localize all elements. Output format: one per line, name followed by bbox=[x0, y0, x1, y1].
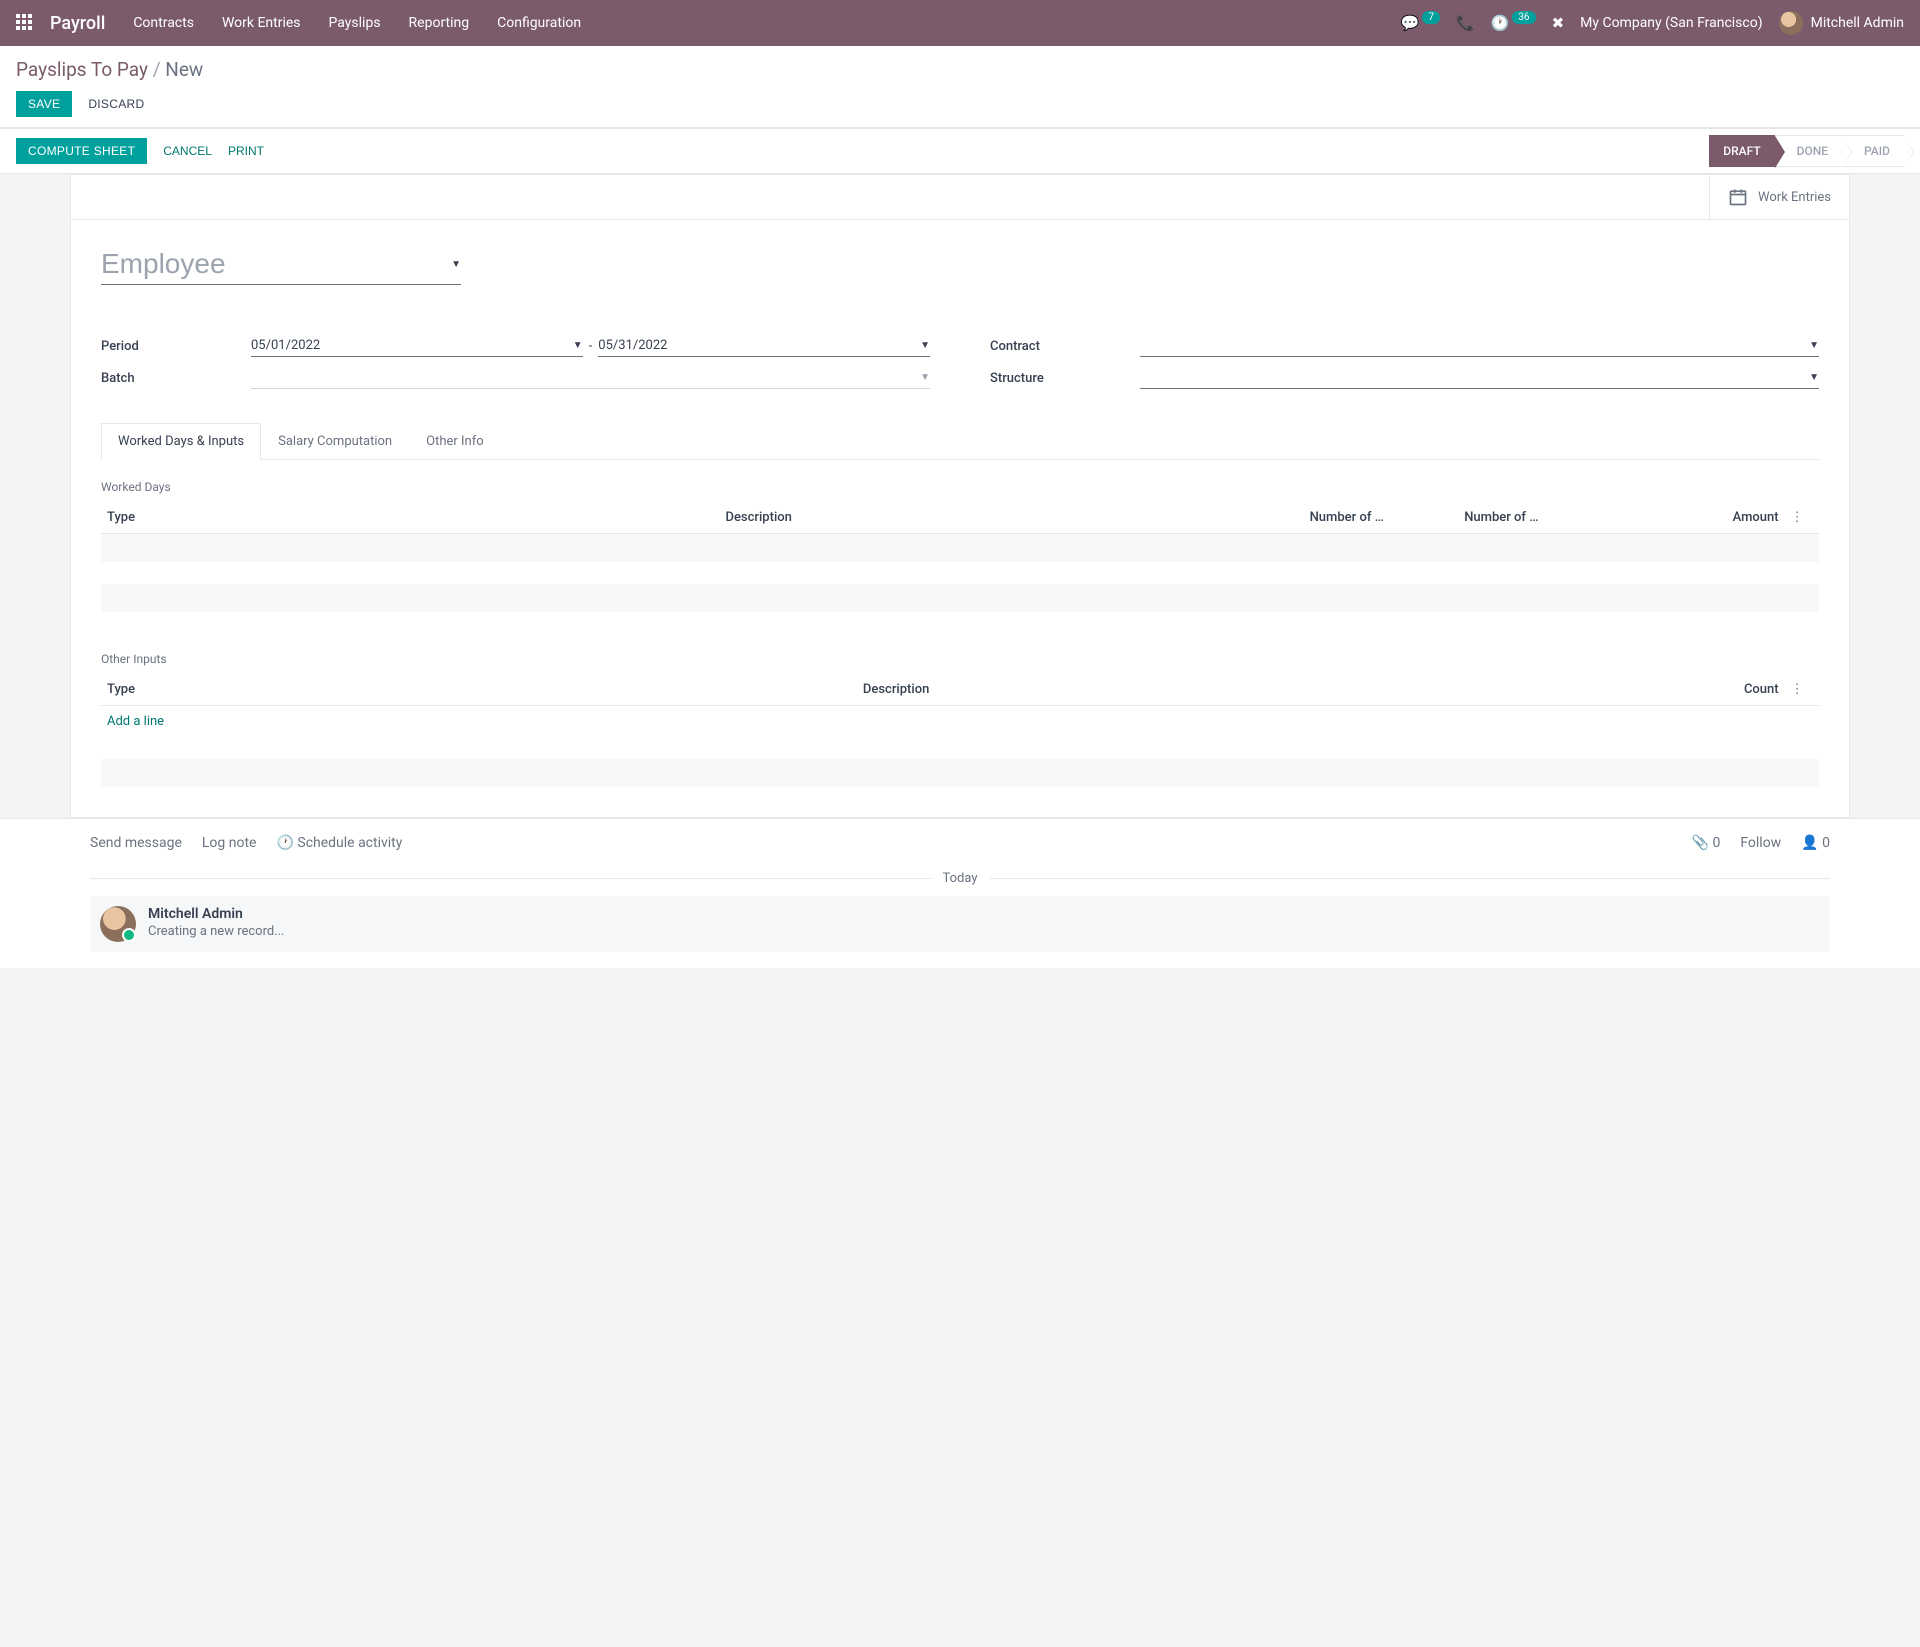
other-inputs-title: Other Inputs bbox=[101, 652, 1819, 666]
status-draft[interactable]: DRAFT bbox=[1709, 135, 1774, 167]
add-line-button[interactable]: Add a line bbox=[107, 714, 164, 729]
chatter-date-label: Today bbox=[931, 871, 990, 886]
tab-other-info[interactable]: Other Info bbox=[409, 423, 501, 459]
attachment-count[interactable]: 📎 0 bbox=[1692, 835, 1721, 851]
message-text: Creating a new record... bbox=[148, 924, 285, 939]
chevron-down-icon: ▼ bbox=[451, 259, 461, 270]
user-menu[interactable]: Mitchell Admin bbox=[1779, 11, 1904, 35]
kebab-icon[interactable]: ⋮ bbox=[1785, 502, 1819, 534]
control-bar: Payslips To Pay / New SAVE DISCARD bbox=[0, 46, 1920, 128]
worked-days-title: Worked Days bbox=[101, 480, 1819, 494]
table-row bbox=[101, 534, 1819, 562]
status-arrows: DRAFT DONE PAID bbox=[1709, 135, 1904, 167]
period-to-field[interactable]: 05/31/2022▼ bbox=[598, 335, 930, 357]
breadcrumb-sep: / bbox=[153, 58, 166, 81]
contract-field[interactable]: ▼ bbox=[1140, 335, 1819, 357]
chatter-message: Mitchell Admin Creating a new record... bbox=[90, 896, 1830, 952]
chatter-date-sep: Today bbox=[90, 871, 1830, 886]
activity-icon[interactable]: 🕐36 bbox=[1491, 14, 1536, 32]
follow-button[interactable]: Follow bbox=[1740, 835, 1781, 851]
navbar: Payroll Contracts Work Entries Payslips … bbox=[0, 0, 1920, 46]
structure-label: Structure bbox=[990, 371, 1140, 386]
batch-field: ▼ bbox=[251, 367, 930, 389]
breadcrumb-parent[interactable]: Payslips To Pay bbox=[16, 58, 148, 81]
schedule-activity-button[interactable]: 🕐 Schedule activity bbox=[276, 835, 402, 851]
discard-button[interactable]: DISCARD bbox=[76, 91, 156, 117]
col-type[interactable]: Type bbox=[101, 674, 857, 706]
apps-icon[interactable] bbox=[16, 14, 34, 32]
nav-configuration[interactable]: Configuration bbox=[497, 15, 581, 31]
send-message-button[interactable]: Send message bbox=[90, 835, 182, 851]
table-footer bbox=[101, 584, 1819, 612]
chevron-down-icon: ▼ bbox=[1809, 340, 1819, 351]
col-amount[interactable]: Amount bbox=[1613, 502, 1785, 534]
main-wrap: Work Entries ▼ Period 05/01/2022▼ - 05/3… bbox=[0, 174, 1920, 818]
phone-icon[interactable]: 📞 bbox=[1456, 14, 1475, 32]
tab-salary-computation[interactable]: Salary Computation bbox=[261, 423, 409, 459]
tab-pane-worked-days: Worked Days Type Description Number of …… bbox=[101, 460, 1819, 787]
col-desc[interactable]: Description bbox=[719, 502, 1303, 534]
user-avatar-icon bbox=[1779, 11, 1803, 35]
form-card: Work Entries ▼ Period 05/01/2022▼ - 05/3… bbox=[70, 174, 1850, 818]
col-type[interactable]: Type bbox=[101, 502, 719, 534]
calendar-icon bbox=[1728, 187, 1748, 207]
button-bar: SAVE DISCARD bbox=[16, 91, 1904, 117]
work-entries-label: Work Entries bbox=[1758, 190, 1831, 205]
nav-reporting[interactable]: Reporting bbox=[409, 15, 470, 31]
status-done[interactable]: DONE bbox=[1775, 135, 1842, 167]
tabs: Worked Days & Inputs Salary Computation … bbox=[101, 423, 1819, 460]
batch-label: Batch bbox=[101, 371, 251, 386]
period-sep: - bbox=[589, 339, 593, 354]
period-from-field[interactable]: 05/01/2022▼ bbox=[251, 335, 583, 357]
chatter: Send message Log note 🕐 Schedule activit… bbox=[0, 818, 1920, 968]
chat-badge: 7 bbox=[1422, 11, 1440, 24]
col-desc[interactable]: Description bbox=[857, 674, 1613, 706]
employee-input[interactable] bbox=[101, 248, 451, 280]
other-inputs-table: Type Description Count ⋮ Add a line bbox=[101, 674, 1819, 787]
tools-icon[interactable]: ✖ bbox=[1552, 14, 1565, 32]
log-note-button[interactable]: Log note bbox=[202, 835, 257, 851]
user-name: Mitchell Admin bbox=[1811, 15, 1904, 31]
chevron-down-icon: ▼ bbox=[920, 340, 930, 351]
save-button[interactable]: SAVE bbox=[16, 91, 72, 117]
col-days[interactable]: Number of … bbox=[1304, 502, 1459, 534]
chat-icon[interactable]: 💬7 bbox=[1401, 14, 1440, 32]
nav-work-entries[interactable]: Work Entries bbox=[222, 15, 301, 31]
structure-field[interactable]: ▼ bbox=[1140, 367, 1819, 389]
activity-badge: 36 bbox=[1512, 11, 1535, 24]
message-avatar-icon bbox=[100, 906, 136, 942]
employee-field[interactable]: ▼ bbox=[101, 244, 461, 285]
chevron-down-icon: ▼ bbox=[573, 340, 583, 351]
nav-contracts[interactable]: Contracts bbox=[133, 15, 194, 31]
breadcrumb: Payslips To Pay / New bbox=[16, 58, 1904, 81]
breadcrumb-current: New bbox=[165, 58, 203, 81]
kebab-icon[interactable]: ⋮ bbox=[1785, 674, 1819, 706]
tab-worked-days[interactable]: Worked Days & Inputs bbox=[101, 423, 261, 460]
col-hours[interactable]: Number of … bbox=[1458, 502, 1613, 534]
chevron-down-icon: ▼ bbox=[1809, 372, 1819, 383]
cancel-button[interactable]: CANCEL bbox=[163, 144, 212, 158]
company-switcher[interactable]: My Company (San Francisco) bbox=[1580, 15, 1762, 31]
nav-payslips[interactable]: Payslips bbox=[329, 15, 381, 31]
contract-label: Contract bbox=[990, 339, 1140, 354]
message-author: Mitchell Admin bbox=[148, 906, 285, 922]
status-bar: COMPUTE SHEET CANCEL PRINT DRAFT DONE PA… bbox=[0, 128, 1920, 174]
smart-button-bar: Work Entries bbox=[71, 175, 1849, 220]
follower-count[interactable]: 👤 0 bbox=[1801, 835, 1830, 851]
compute-sheet-button[interactable]: COMPUTE SHEET bbox=[16, 138, 147, 164]
period-label: Period bbox=[101, 339, 251, 354]
print-button[interactable]: PRINT bbox=[228, 144, 264, 158]
chatter-toolbar: Send message Log note 🕐 Schedule activit… bbox=[90, 835, 1830, 851]
chevron-down-icon: ▼ bbox=[920, 372, 930, 383]
table-footer bbox=[101, 759, 1819, 787]
col-count[interactable]: Count bbox=[1613, 674, 1785, 706]
worked-days-table: Type Description Number of … Number of …… bbox=[101, 502, 1819, 612]
table-row: Add a line bbox=[101, 705, 1819, 737]
work-entries-smart-button[interactable]: Work Entries bbox=[1709, 175, 1849, 219]
app-brand: Payroll bbox=[50, 13, 105, 34]
